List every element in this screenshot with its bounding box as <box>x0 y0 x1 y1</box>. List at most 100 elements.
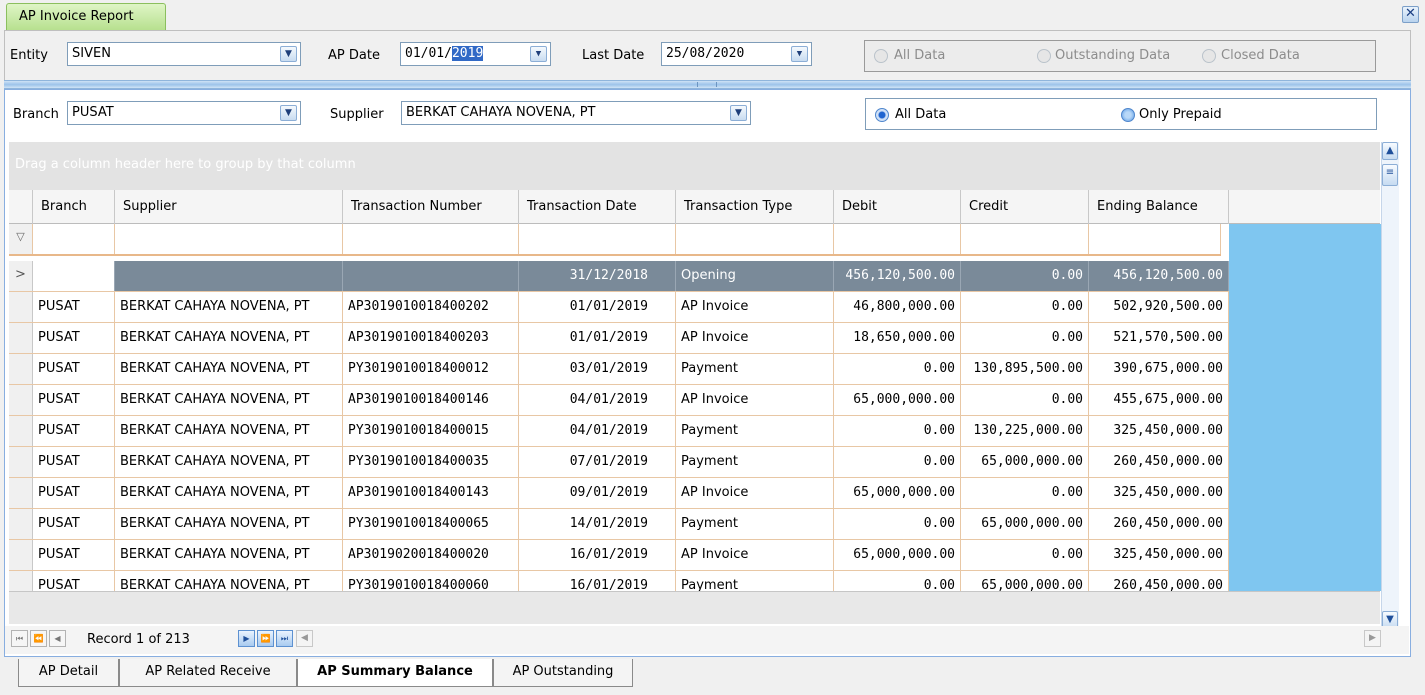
last-date-label: Last Date <box>582 48 645 63</box>
filter-cell-supplier[interactable] <box>115 224 343 254</box>
column-header-ending-balance[interactable]: Ending Balance <box>1089 190 1229 224</box>
chevron-down-icon[interactable]: ▼ <box>791 46 808 62</box>
first-record-icon[interactable]: ⏮ <box>11 630 28 647</box>
filter-cell-debit[interactable] <box>834 224 961 254</box>
scroll-thumb[interactable]: ≡ <box>1382 164 1398 186</box>
cell-transaction-type: AP Invoice <box>676 478 834 508</box>
next-page-icon[interactable]: ⏩ <box>257 630 274 647</box>
group-by-panel[interactable]: Drag a column header here to group by th… <box>9 142 1380 190</box>
chevron-down-icon[interactable]: ▼ <box>530 46 547 62</box>
chevron-down-icon[interactable]: ▼ <box>280 46 297 62</box>
last-date-input[interactable]: 25/08/2020 ▼ <box>661 42 812 66</box>
doc-tab-ap-invoice-report[interactable]: AP Invoice Report <box>6 3 166 30</box>
ap-date-input[interactable]: 01/01/2019 ▼ <box>400 42 551 66</box>
scroll-up-icon[interactable]: ▲ <box>1382 142 1398 160</box>
cell-transaction-date: 16/01/2019 <box>519 540 676 570</box>
cell-supplier: BERKAT CAHAYA NOVENA, PT <box>115 416 343 446</box>
prev-record-icon[interactable]: ◀ <box>49 630 66 647</box>
cell-credit: 65,000,000.00 <box>961 509 1089 539</box>
cell-debit: 46,800,000.00 <box>834 292 961 322</box>
column-header-transaction-type[interactable]: Transaction Type <box>676 190 834 224</box>
table-row[interactable]: PUSAT BERKAT CAHAYA NOVENA, PT AP301901001… <box>9 323 1229 354</box>
cell-ending-balance: 521,570,500.00 <box>1089 323 1229 353</box>
tab-ap-detail[interactable]: AP Detail <box>18 659 119 687</box>
table-row[interactable]: PUSAT BERKAT CAHAYA NOVENA, PT PY301901001… <box>9 447 1229 478</box>
table-row[interactable]: PUSAT BERKAT CAHAYA NOVENA, PT PY301901001… <box>9 354 1229 385</box>
row-indicator[interactable] <box>9 571 33 591</box>
splitter-grip[interactable] <box>697 82 717 87</box>
grid-empty-area <box>1229 224 1381 591</box>
row-indicator[interactable] <box>9 354 33 384</box>
row-indicator[interactable] <box>9 509 33 539</box>
table-row[interactable]: PUSAT BERKAT CAHAYA NOVENA, PT AP301901001… <box>9 478 1229 509</box>
close-icon[interactable]: ✕ <box>1402 6 1419 23</box>
row-indicator[interactable] <box>9 478 33 508</box>
table-row[interactable]: PUSAT BERKAT CAHAYA NOVENA, PT PY301901001… <box>9 509 1229 540</box>
filter-cell-ending-balance[interactable] <box>1089 224 1221 254</box>
cell-branch: PUSAT <box>33 478 115 508</box>
scroll-right-icon[interactable]: ▶ <box>1364 630 1381 647</box>
cell-ending-balance: 390,675,000.00 <box>1089 354 1229 384</box>
cell-debit: 65,000,000.00 <box>834 478 961 508</box>
chevron-down-icon[interactable]: ▼ <box>280 105 297 121</box>
row-indicator[interactable] <box>9 416 33 446</box>
tab-ap-related-receive[interactable]: AP Related Receive <box>119 659 297 687</box>
filter-icon[interactable]: ▽ <box>9 224 33 254</box>
cell-branch: PUSAT <box>33 323 115 353</box>
record-count: Record 1 of 213 <box>87 632 190 647</box>
radio-all-data-disabled[interactable] <box>874 49 888 63</box>
column-header-credit[interactable]: Credit <box>961 190 1089 224</box>
cell-transaction-type: Payment <box>676 571 834 591</box>
table-row[interactable]: PUSAT BERKAT CAHAYA NOVENA, PT PY301901001… <box>9 416 1229 447</box>
filter-cell-transaction-date[interactable] <box>519 224 676 254</box>
cell-ending-balance: 502,920,500.00 <box>1089 292 1229 322</box>
table-row[interactable]: PUSAT BERKAT CAHAYA NOVENA, PT PY301901001… <box>9 571 1229 591</box>
radio-outstanding-data[interactable] <box>1037 49 1051 63</box>
radio-only-prepaid[interactable] <box>1121 108 1135 122</box>
next-record-icon[interactable]: ▶ <box>238 630 255 647</box>
column-header-transaction-date[interactable]: Transaction Date <box>519 190 676 224</box>
cell-supplier: BERKAT CAHAYA NOVENA, PT <box>115 509 343 539</box>
cell-transaction-date: 16/01/2019 <box>519 571 676 591</box>
radio-all-data-main[interactable] <box>875 108 889 122</box>
cell-branch: PUSAT <box>33 540 115 570</box>
filter-cell-transaction-type[interactable] <box>676 224 834 254</box>
radio-all-data-main-label: All Data <box>895 107 947 122</box>
row-indicator[interactable] <box>9 447 33 477</box>
row-indicator[interactable] <box>9 540 33 570</box>
filter-cell-transaction-number[interactable] <box>343 224 519 254</box>
table-row-opening[interactable]: > 31/12/2018 Opening 456,120,500.00 0.00… <box>9 261 1229 292</box>
tab-ap-summary-balance[interactable]: AP Summary Balance <box>297 659 493 687</box>
vertical-scrollbar[interactable]: ▲ ≡ ▼ <box>1381 142 1399 629</box>
last-record-icon[interactable]: ⏭ <box>276 630 293 647</box>
cell-debit: 0.00 <box>834 354 961 384</box>
column-header-debit[interactable]: Debit <box>834 190 961 224</box>
table-row[interactable]: PUSAT BERKAT CAHAYA NOVENA, PT AP301901001… <box>9 385 1229 416</box>
cell-transaction-date: 04/01/2019 <box>519 385 676 415</box>
row-indicator[interactable] <box>9 385 33 415</box>
tab-ap-outstanding[interactable]: AP Outstanding <box>493 659 633 687</box>
cell-ending-balance: 325,450,000.00 <box>1089 416 1229 446</box>
prev-page-icon[interactable]: ⏪ <box>30 630 47 647</box>
scroll-left-icon[interactable]: ◀ <box>296 630 313 647</box>
row-indicator[interactable] <box>9 323 33 353</box>
column-header-branch[interactable]: Branch <box>33 190 115 224</box>
radio-closed-data[interactable] <box>1202 49 1216 63</box>
column-header-supplier[interactable]: Supplier <box>115 190 343 224</box>
table-row[interactable]: PUSAT BERKAT CAHAYA NOVENA, PT AP301902001… <box>9 540 1229 571</box>
filter-cell-branch[interactable] <box>33 224 115 254</box>
cell-supplier: BERKAT CAHAYA NOVENA, PT <box>115 571 343 591</box>
cell-transaction-type: Payment <box>676 416 834 446</box>
supplier-combo[interactable]: BERKAT CAHAYA NOVENA, PT ▼ <box>401 101 751 125</box>
cell-supplier: BERKAT CAHAYA NOVENA, PT <box>115 292 343 322</box>
cell-transaction-number <box>343 261 519 291</box>
filter-cell-credit[interactable] <box>961 224 1089 254</box>
row-indicator[interactable] <box>9 292 33 322</box>
ap-date-prefix: 01/01/ <box>405 46 452 61</box>
entity-combo[interactable]: SIVEN ▼ <box>67 42 301 66</box>
branch-combo[interactable]: PUSAT ▼ <box>67 101 301 125</box>
chevron-down-icon[interactable]: ▼ <box>730 105 747 121</box>
column-header-transaction-number[interactable]: Transaction Number <box>343 190 519 224</box>
entity-value: SIVEN <box>72 46 111 61</box>
table-row[interactable]: PUSAT BERKAT CAHAYA NOVENA, PT AP301901001… <box>9 292 1229 323</box>
